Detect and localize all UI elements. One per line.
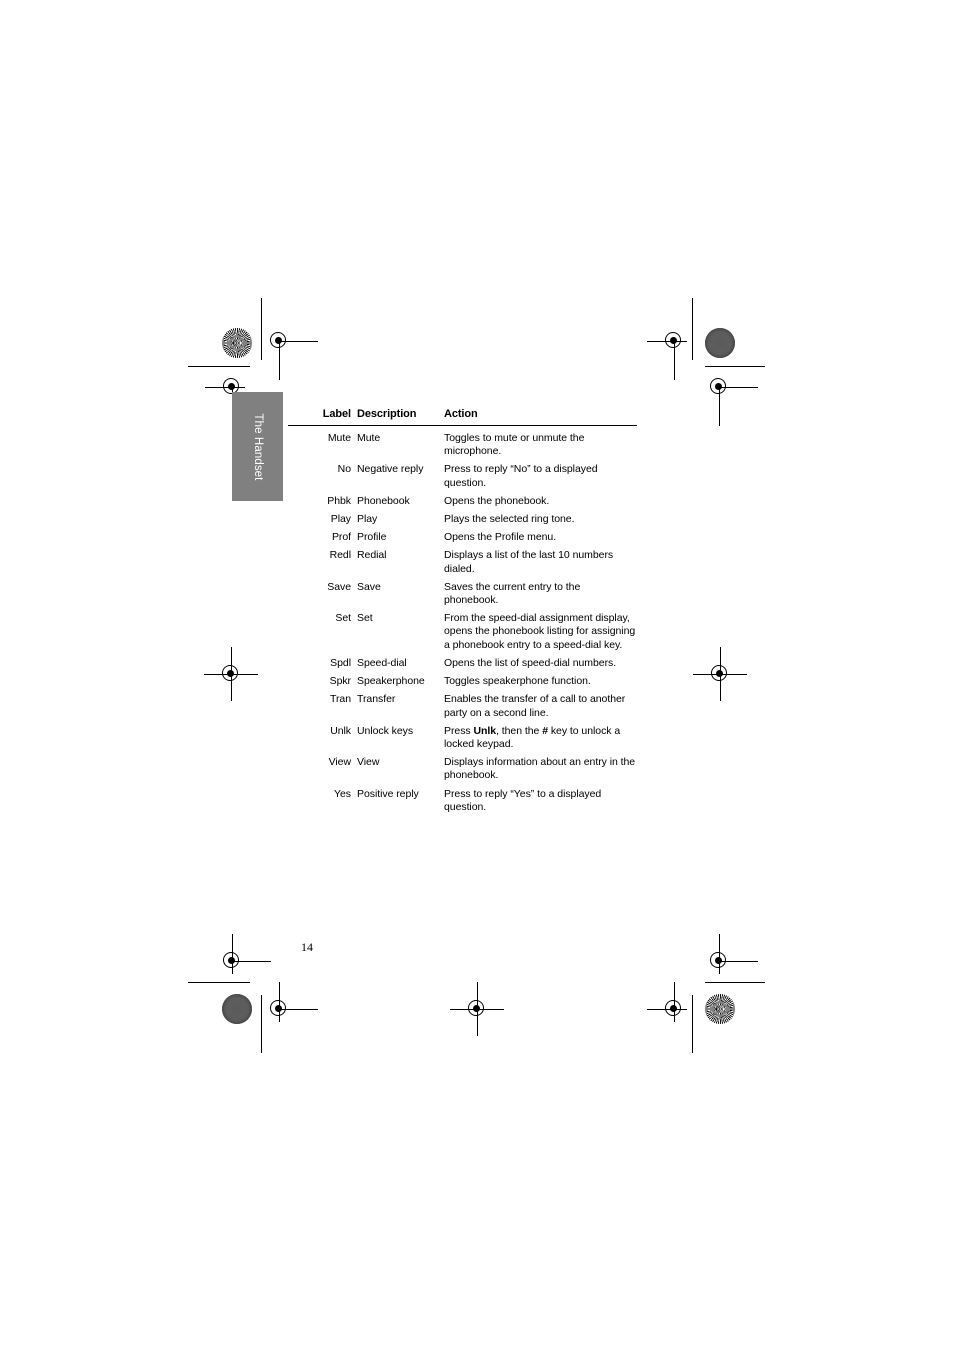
cell-label: Yes [334, 787, 351, 800]
crop-rule-top-right-horizontal [705, 366, 765, 367]
table-row: View View Displays information about an en… [288, 751, 637, 782]
cell-label: Spdl [330, 656, 351, 669]
crop-rule-top-left-horizontal [188, 366, 250, 367]
density-target-top-right [705, 328, 735, 358]
cell-label: Play [330, 512, 351, 525]
crop-rule-bottom-right-vertical [692, 995, 693, 1053]
registration-mark-top-right-inner [647, 328, 687, 380]
column-header-action: Action [444, 408, 478, 420]
cell-action: Saves the current entry to the phonebook… [444, 580, 581, 607]
cell-label: Spkr [329, 675, 351, 688]
cell-description: Set [357, 612, 373, 625]
cell-description: Speakerphone [357, 675, 425, 688]
table-row: Phbk Phonebook Opens the phonebook. [288, 490, 637, 508]
cell-action: Opens the Profile menu. [444, 531, 557, 544]
registration-mark-bottom-left-corner [266, 982, 318, 1022]
crop-rule-bottom-left-horizontal [188, 982, 250, 983]
table-row: Unlk Unlock keys Press Unlk, then the # ke… [288, 720, 637, 751]
cell-label: Unlk [330, 724, 351, 737]
table-row: No Negative reply Press to reply “No” to a… [288, 458, 637, 489]
table-body: Mute Mute Toggles to mute or unmute the mi… [288, 425, 637, 814]
cell-description: Unlock keys [357, 724, 414, 737]
table-row: Mute Mute Toggles to mute or unmute the mi… [288, 425, 637, 458]
cell-description: Redial [357, 549, 387, 562]
registration-mark-bottom-left-inner [219, 934, 271, 974]
cell-label: Mute [327, 431, 351, 444]
crop-rule-bottom-right-horizontal [705, 982, 765, 983]
softkey-reference-section: Label Description Action Mute Mute Toggles… [288, 408, 637, 814]
column-header-label: Label [322, 408, 351, 420]
chapter-tab-label: The Handset [251, 413, 264, 480]
crop-rule-top-right-vertical [692, 298, 693, 360]
cell-action: Toggles to mute or unmute the microphone… [444, 431, 585, 458]
cell-action: From the speed-dial assignment display, … [444, 612, 636, 651]
registration-mark-mid-right [693, 647, 747, 701]
cell-label: No [337, 463, 351, 476]
density-target-bottom-right [705, 994, 735, 1024]
cell-label: Phbk [327, 494, 351, 507]
table-row: Tran Transfer Enables the transfer of a ca… [288, 688, 637, 719]
table-row: Set Set From the speed-dial assignment dis… [288, 607, 637, 652]
cell-description: Negative reply [357, 463, 424, 476]
table-row: Yes Positive reply Press to reply “Yes” to… [288, 783, 637, 814]
cell-description: Transfer [357, 693, 396, 706]
chapter-tab: The Handset [232, 392, 283, 501]
cell-description: View [357, 756, 380, 769]
registration-mark-mid-left [204, 647, 258, 701]
cell-label: Redl [329, 549, 351, 562]
cell-action: Toggles speakerphone function. [444, 675, 591, 688]
cell-action: Displays information about an entry in t… [444, 756, 636, 782]
registration-mark-top-left-inner [266, 328, 318, 380]
cell-action: Press Unlk, then the # key to unlock a l… [444, 724, 621, 751]
table-header-row: Label Description Action [288, 408, 637, 426]
crop-rule-top-left-vertical [261, 298, 262, 360]
cell-label: Save [327, 580, 351, 593]
page-number: 14 [301, 940, 313, 954]
table-row: Play Play Plays the selected ring tone. [288, 508, 637, 526]
softkey-table: Label Description Action Mute Mute Toggles… [288, 408, 637, 814]
cell-action: Press to reply “Yes” to a displayed ques… [444, 787, 602, 813]
registration-mark-bottom-right-corner [647, 982, 687, 1022]
cell-description: Speed-dial [357, 656, 407, 669]
cell-description: Profile [357, 531, 387, 544]
cell-description: Play [357, 512, 378, 525]
cell-label: Prof [331, 531, 351, 544]
registration-mark-top-right-corner [706, 374, 758, 426]
cell-action: Press to reply “No” to a displayed quest… [444, 463, 598, 489]
registration-mark-bottom-center [450, 982, 504, 1036]
density-target-top-left [222, 328, 252, 358]
table-row: Save Save Saves the current entry to the p… [288, 576, 637, 607]
cell-label: Tran [330, 693, 351, 706]
cell-description: Save [357, 580, 381, 593]
table-row: Spdl Speed-dial Opens the list of speed-di… [288, 652, 637, 670]
density-target-bottom-left [222, 994, 252, 1024]
cell-action: Opens the phonebook. [444, 494, 550, 507]
cell-action: Enables the transfer of a call to anothe… [444, 693, 626, 719]
table-row: Prof Profile Opens the Profile menu. [288, 526, 637, 544]
cell-action: Opens the list of speed-dial numbers. [444, 656, 617, 669]
cell-description: Phonebook [357, 494, 410, 507]
crop-rule-bottom-left-vertical [261, 995, 262, 1053]
cell-action: Plays the selected ring tone. [444, 512, 575, 525]
column-header-description: Description [357, 408, 417, 420]
table-row: Redl Redial Displays a list of the last 10… [288, 544, 637, 575]
cell-description: Positive reply [357, 787, 419, 800]
cell-label: Set [335, 612, 351, 625]
cell-action: Displays a list of the last 10 numbers d… [444, 549, 614, 575]
registration-mark-bottom-right-inner [706, 934, 758, 974]
cell-label: View [328, 756, 351, 769]
table-row: Spkr Speakerphone Toggles speakerphone fun… [288, 670, 637, 688]
cell-description: Mute [357, 431, 381, 444]
table-header: Label Description Action [288, 408, 637, 426]
